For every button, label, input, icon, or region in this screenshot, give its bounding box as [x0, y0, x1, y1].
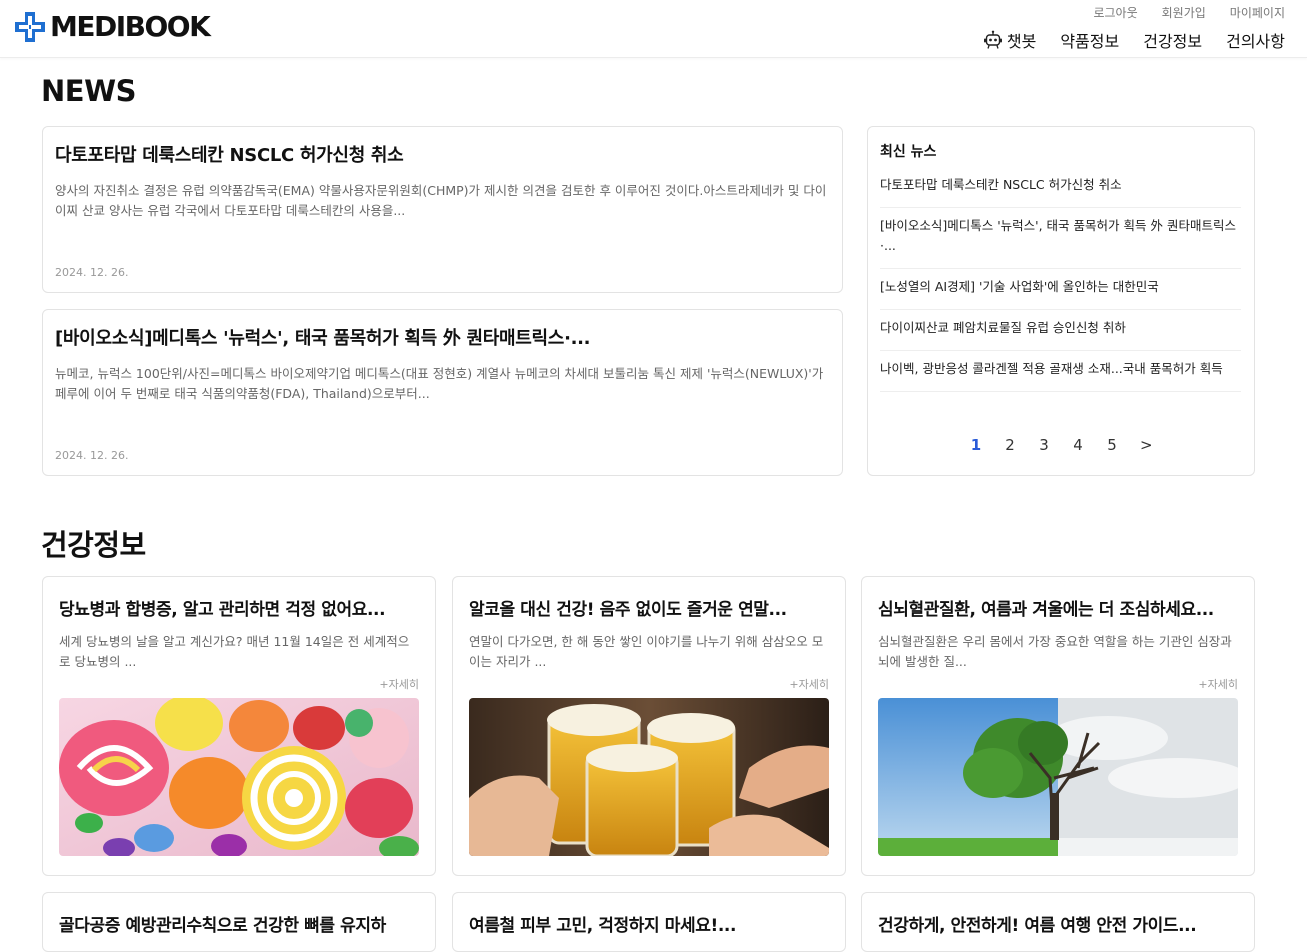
beer-image[interactable]	[469, 698, 829, 856]
news-headline[interactable]: [바이오소식]메디톡스 '뉴럭스', 태국 품목허가 획득 外 퀀타매트릭스·.…	[55, 324, 830, 350]
news-date: 2024. 12. 26.	[55, 266, 129, 279]
site-header: MEDIBOOK 로그아웃 회원가입 마이페이지 챗봇 약품정보 건강정보 건의…	[0, 0, 1307, 58]
health-card[interactable]: 건강하게, 안전하게! 여름 여행 안전 가이드...	[861, 892, 1255, 952]
medical-cross-icon	[15, 12, 45, 42]
news-summary: 뉴메코, 뉴럭스 100단위/사진=메디톡스 바이오제약기업 메디톡스(대표 정…	[55, 366, 824, 401]
latest-news-panel: 최신 뉴스 다토포타맙 데룩스테칸 NSCLC 허가신청 취소 [바이오소식]메…	[867, 126, 1255, 476]
more-link[interactable]: +자세히	[469, 676, 829, 692]
page-4-link[interactable]: 4	[1072, 436, 1084, 454]
mypage-link[interactable]: 마이페이지	[1230, 4, 1285, 21]
main-nav: 챗봇 약품정보 건강정보 건의사항	[983, 28, 1285, 52]
health-card[interactable]: 알코올 대신 건강! 음주 없이도 즐거운 연말... 연말이 다가오면, 한 …	[452, 576, 846, 876]
tree-image[interactable]	[878, 698, 1238, 856]
latest-news-list: 다토포타맙 데룩스테칸 NSCLC 허가신청 취소 [바이오소식]메디톡스 '뉴…	[880, 175, 1241, 392]
news-card[interactable]: [바이오소식]메디톡스 '뉴럭스', 태국 품목허가 획득 外 퀀타매트릭스·.…	[42, 309, 843, 476]
health-card[interactable]: 골다공증 예방관리수칙으로 건강한 뼈를 유지하	[42, 892, 436, 952]
nav-health-info[interactable]: 건강정보	[1143, 28, 1202, 52]
news-section-title: NEWS	[41, 74, 136, 108]
nav-suggestions[interactable]: 건의사항	[1226, 28, 1285, 52]
news-date: 2024. 12. 26.	[55, 449, 129, 462]
page-5-link[interactable]: 5	[1106, 436, 1118, 454]
news-headline[interactable]: 다토포타맙 데룩스테칸 NSCLC 허가신청 취소	[55, 141, 830, 167]
latest-news-item[interactable]: [노성열의 AI경제] '기술 사업화'에 올인하는 대한민국	[880, 269, 1241, 310]
health-card[interactable]: 심뇌혈관질환, 여름과 겨울에는 더 조심하세요... 심뇌혈관질환은 우리 몸…	[861, 576, 1255, 876]
health-card-summary: 연말이 다가오면, 한 해 동안 쌓인 이야기를 나누기 위해 삼삼오오 모이는…	[469, 634, 824, 669]
logo[interactable]: MEDIBOOK	[14, 10, 211, 43]
page-1-link[interactable]: 1	[970, 436, 982, 454]
candy-image[interactable]	[59, 698, 419, 856]
latest-news-item[interactable]: 다토포타맙 데룩스테칸 NSCLC 허가신청 취소	[880, 175, 1241, 208]
logout-link[interactable]: 로그아웃	[1093, 4, 1137, 21]
health-card-headline[interactable]: 당뇨병과 합병증, 알고 관리하면 걱정 없어요...	[59, 595, 419, 620]
account-links: 로그아웃 회원가입 마이페이지	[1093, 4, 1285, 21]
latest-news-item[interactable]: 다이이찌산쿄 폐암치료물질 유럽 승인신청 취하	[880, 310, 1241, 351]
health-card-headline[interactable]: 심뇌혈관질환, 여름과 겨울에는 더 조심하세요...	[878, 595, 1238, 620]
health-card[interactable]: 당뇨병과 합병증, 알고 관리하면 걱정 없어요... 세계 당뇨병의 날을 알…	[42, 576, 436, 876]
logo-text: MEDIBOOK	[50, 10, 211, 43]
health-card-headline[interactable]: 여름철 피부 고민, 걱정하지 마세요!...	[469, 911, 829, 936]
signup-link[interactable]: 회원가입	[1162, 4, 1206, 21]
health-card-headline[interactable]: 건강하게, 안전하게! 여름 여행 안전 가이드...	[878, 911, 1238, 936]
page-2-link[interactable]: 2	[1004, 436, 1016, 454]
latest-news-item[interactable]: [바이오소식]메디톡스 '뉴럭스', 태국 품목허가 획득 外 퀀타매트릭스·.…	[880, 208, 1241, 269]
health-card-headline[interactable]: 골다공증 예방관리수칙으로 건강한 뼈를 유지하	[59, 911, 419, 936]
news-summary: 양사의 자진취소 결정은 유럽 의약품감독국(EMA) 약물사용자문위원회(CH…	[55, 183, 827, 218]
health-card-summary: 심뇌혈관질환은 우리 몸에서 가장 중요한 역할을 하는 기관인 심장과 뇌에 …	[878, 634, 1232, 669]
health-card-headline[interactable]: 알코올 대신 건강! 음주 없이도 즐거운 연말...	[469, 595, 829, 620]
health-card-summary: 세계 당뇨병의 날을 알고 계신가요? 매년 11월 14일은 전 세계적으로 …	[59, 634, 410, 669]
latest-news-title: 최신 뉴스	[880, 144, 937, 160]
health-section-title: 건강정보	[41, 528, 146, 562]
more-link[interactable]: +자세히	[59, 676, 419, 692]
nav-chatbot[interactable]: 챗봇	[983, 28, 1036, 52]
pagination: 1 2 3 4 5 >	[868, 436, 1254, 454]
next-page-link[interactable]: >	[1140, 436, 1153, 454]
nav-drug-info[interactable]: 약품정보	[1060, 28, 1119, 52]
more-link[interactable]: +자세히	[878, 676, 1238, 692]
nav-chatbot-label: 챗봇	[1006, 32, 1037, 51]
health-card[interactable]: 여름철 피부 고민, 걱정하지 마세요!...	[452, 892, 846, 952]
robot-icon	[983, 30, 1002, 49]
latest-news-item[interactable]: 나이벡, 광반응성 콜라겐젤 적용 골재생 소재...국내 품목허가 획득	[880, 351, 1241, 392]
page-3-link[interactable]: 3	[1038, 436, 1050, 454]
news-card[interactable]: 다토포타맙 데룩스테칸 NSCLC 허가신청 취소 양사의 자진취소 결정은 유…	[42, 126, 843, 293]
